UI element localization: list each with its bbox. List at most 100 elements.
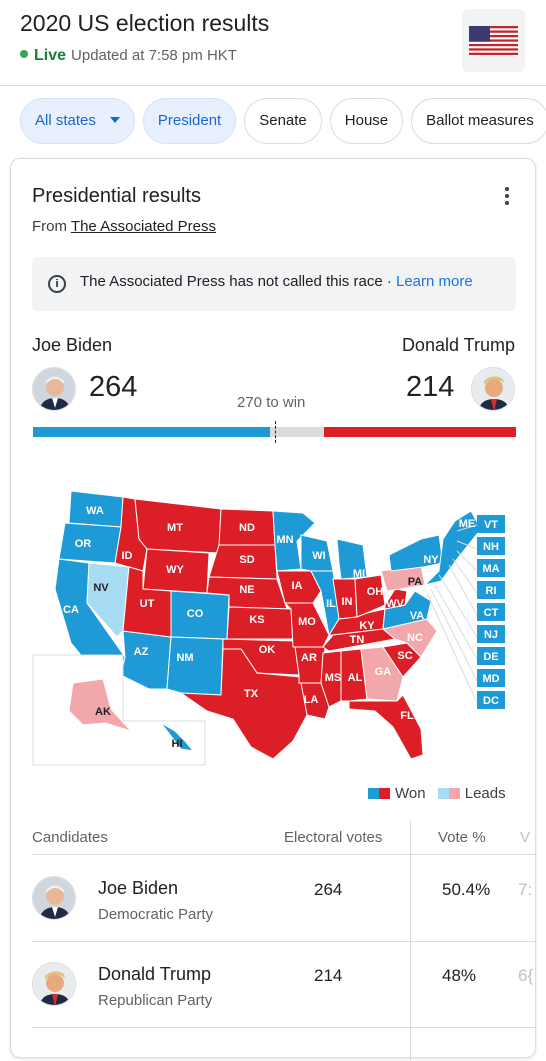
all-states-label: All states	[35, 112, 96, 129]
state-az	[120, 630, 172, 690]
card-source: From The Associated Press	[32, 218, 216, 235]
win-threshold-marker	[274, 421, 276, 443]
state-label-nd: ND	[239, 522, 255, 534]
small-state-label-de: DE	[483, 651, 498, 663]
state-label-wv: WV	[386, 598, 404, 610]
state-label-in: IN	[342, 596, 353, 608]
state-label-tx: TX	[244, 688, 259, 700]
state-label-nv: NV	[93, 582, 109, 594]
state-label-wy: WY	[166, 564, 184, 576]
chip-president[interactable]: President	[142, 98, 237, 144]
small-state-label-ri: RI	[486, 585, 497, 597]
row-votes-truncated: 7:	[518, 880, 533, 899]
source-link[interactable]: The Associated Press	[71, 218, 216, 235]
biden-electoral-votes: 264	[89, 371, 138, 403]
chip-ballot-measures[interactable]: Ballot measures	[411, 98, 546, 144]
filter-chips: All states President Senate House Ballot mea…	[20, 98, 546, 144]
row-candidate-name: Donald Trump	[98, 964, 212, 984]
state-label-fl: FL	[400, 710, 414, 722]
state-label-sc: SC	[397, 650, 412, 662]
leads-dem-swatch	[437, 788, 449, 799]
small-state-label-ct: CT	[484, 607, 499, 619]
presidential-results-card: Presidential results From The Associated…	[10, 158, 537, 1061]
small-state-boxes[interactable]: VT NH MA RI CT NJ DE MD DC	[477, 515, 505, 709]
state-label-mt: MT	[167, 522, 183, 534]
biden-avatar[interactable]	[32, 367, 76, 411]
us-flag-icon[interactable]	[462, 9, 525, 72]
state-label-ar: AR	[301, 652, 317, 664]
live-status: Live Updated at 7:58 pm HKT	[20, 47, 237, 65]
state-label-az: AZ	[134, 646, 149, 658]
small-state-label-md: MD	[482, 673, 499, 685]
state-label-ak: AK	[95, 706, 111, 718]
legend-won: Won	[395, 785, 426, 802]
state-label-ky: KY	[359, 620, 375, 632]
state-label-sd: SD	[239, 554, 254, 566]
won-rep-swatch	[379, 788, 390, 799]
map-legend: Won Leads	[368, 785, 506, 802]
state-label-pa: PA	[408, 576, 423, 588]
biden-bar-fill	[33, 427, 270, 437]
trump-avatar[interactable]	[471, 367, 515, 411]
state-label-ia: IA	[292, 580, 303, 592]
small-state-label-vt: VT	[484, 519, 498, 531]
state-label-la: LA	[304, 694, 319, 706]
col-vote-pct: Vote %	[438, 829, 486, 846]
info-icon: i	[48, 275, 66, 293]
all-states-dropdown[interactable]: All states	[20, 98, 135, 144]
learn-more-link[interactable]: Learn more	[396, 273, 473, 290]
state-label-mi: MI	[353, 568, 365, 580]
state-label-or: OR	[75, 538, 92, 550]
state-label-nm: NM	[176, 652, 193, 664]
source-prefix: From	[32, 218, 67, 235]
table-header: Candidates Electoral votes Vote % V	[32, 821, 537, 855]
state-label-va: VA	[410, 610, 425, 622]
biden-name: Joe Biden	[32, 335, 113, 355]
state-label-me: ME	[459, 518, 476, 530]
updated-time: Updated at 7:58 pm HKT	[71, 47, 237, 64]
biden-row-avatar	[32, 876, 76, 920]
won-dem-swatch	[368, 788, 379, 799]
race-not-called-notice: i The Associated Press has not called th…	[32, 257, 516, 311]
state-label-ms: MS	[325, 672, 342, 684]
more-options-icon[interactable]	[501, 187, 513, 207]
state-label-tn: TN	[350, 634, 365, 646]
us-electoral-map[interactable]: VT NH MA RI CT NJ DE MD DC WA OR CA NV ID MT WY UT AZ CO N…	[11, 479, 535, 779]
row-candidate-name: Joe Biden	[98, 878, 179, 898]
state-label-id: ID	[122, 550, 133, 562]
table-row[interactable]: Joe Biden Democratic Party 264 50.4% 7:	[32, 856, 537, 942]
leads-rep-swatch	[448, 788, 460, 799]
chevron-down-icon	[109, 117, 120, 123]
chip-house[interactable]: House	[329, 98, 404, 144]
trump-row-avatar	[32, 962, 76, 1006]
legend-leads: Leads	[464, 785, 506, 802]
small-state-label-nj: NJ	[484, 629, 498, 641]
state-label-ok: OK	[259, 644, 276, 656]
state-label-co: CO	[187, 608, 204, 620]
state-label-ga: GA	[375, 666, 392, 678]
state-fl	[348, 694, 424, 760]
state-label-wi: WI	[312, 550, 325, 562]
live-label: Live	[34, 47, 67, 64]
state-label-ne: NE	[239, 584, 254, 596]
state-label-nc: NC	[407, 632, 423, 644]
state-label-ny: NY	[423, 554, 439, 566]
table-row[interactable]: Donald Trump Republican Party 214 48% 6{	[32, 942, 537, 1028]
state-label-ut: UT	[140, 598, 155, 610]
chip-senate[interactable]: Senate	[244, 98, 322, 144]
trump-electoral-votes: 214	[406, 371, 455, 403]
notice-text: The Associated Press has not called this…	[80, 273, 473, 290]
col-electoral-votes: Electoral votes	[284, 829, 383, 846]
card-title: Presidential results	[32, 185, 201, 207]
live-dot-icon	[20, 50, 28, 58]
small-state-label-ma: MA	[482, 563, 499, 575]
row-vote-pct: 48%	[442, 966, 477, 985]
results-header: 2020 US election results Live Updated at …	[0, 0, 546, 86]
row-electoral-votes: 264	[314, 880, 343, 899]
electoral-progress-bar	[33, 421, 516, 443]
state-label-al: AL	[348, 672, 363, 684]
state-label-mn: MN	[276, 534, 293, 546]
state-label-mo: MO	[298, 616, 316, 628]
trump-name: Donald Trump	[401, 335, 515, 355]
page-title: 2020 US election results	[20, 10, 270, 36]
